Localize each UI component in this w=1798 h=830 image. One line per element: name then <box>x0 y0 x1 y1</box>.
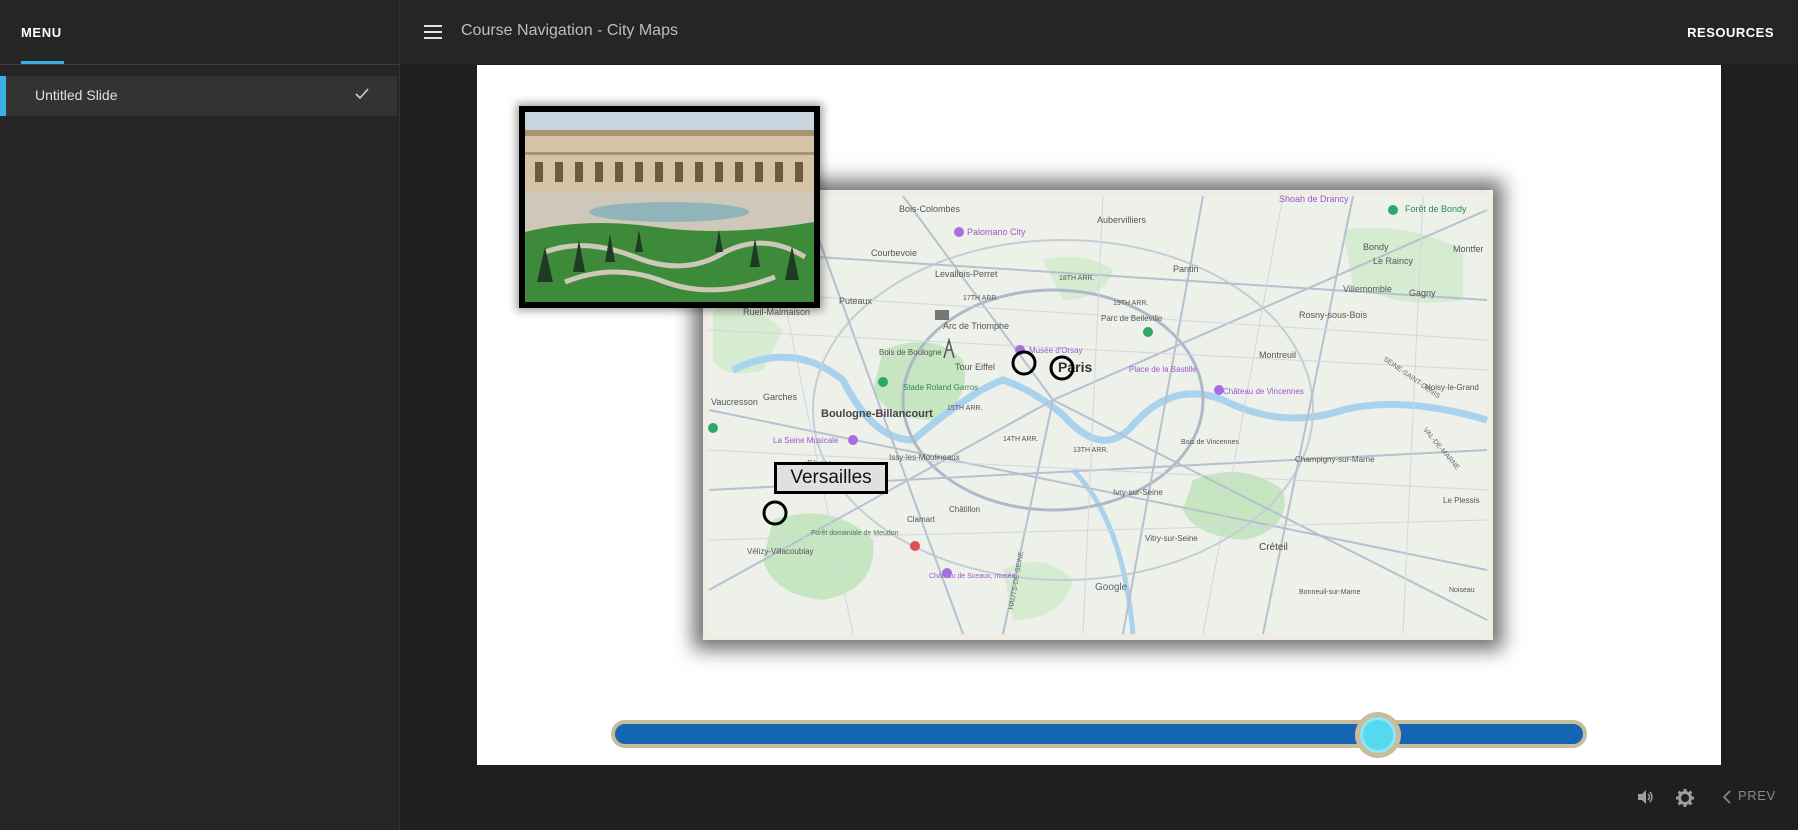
map-label: Aubervilliers <box>1097 215 1147 225</box>
chevron-left-icon[interactable] <box>1722 790 1732 804</box>
map-label: 15TH ARR. <box>947 405 982 412</box>
map-label: Google <box>1095 582 1128 593</box>
map-label: Vitry-sur-Seine <box>1145 534 1198 543</box>
map-label: Le Raincy <box>1373 256 1414 266</box>
map-label: Champigny-sur-Marne <box>1295 455 1375 464</box>
map-label: 17TH ARR. <box>963 295 998 302</box>
map-label: Bois de Vincennes <box>1181 439 1239 446</box>
map-label: Château de Vincennes <box>1223 387 1304 396</box>
map-label: Bois-Colombes <box>899 204 961 214</box>
map-label: Forêt de Bondy <box>1405 204 1467 214</box>
map-label: Courbevoie <box>871 248 917 258</box>
map-label: Forêt domaniale de Meudon <box>811 530 899 537</box>
map-label: 18TH ARR. <box>1059 275 1094 282</box>
versailles-label: Versailles <box>790 467 872 488</box>
map-label: Clamart <box>907 515 936 524</box>
palace-image <box>525 112 814 302</box>
map-label: Bondy <box>1363 242 1389 252</box>
map-label: Place de la Bastille <box>1129 365 1197 374</box>
map-label: Rosny-sous-Bois <box>1299 310 1368 320</box>
map-label: Bois de Boulogne <box>879 348 942 357</box>
map-label: Musée d'Orsay <box>1029 346 1083 355</box>
map-label: Vaucresson <box>711 397 758 407</box>
map-label: Pantin <box>1173 264 1199 274</box>
map-label: Rueil-Malmaison <box>743 307 810 317</box>
map-label: Créteil <box>1259 542 1288 553</box>
map-label: Levallois-Perret <box>935 269 998 279</box>
course-title: Course Navigation - City Maps <box>461 22 678 39</box>
map-label: Vélizy-Villacoublay <box>747 547 814 556</box>
map-label: Villemomble <box>1343 284 1392 294</box>
map-label: Tour Eiffel <box>955 362 995 372</box>
map-label: Gagny <box>1409 288 1436 298</box>
map-label: Montfer <box>1453 244 1484 254</box>
map-label: La Seine Musicale <box>773 436 839 445</box>
sidebar-item-label: Untitled Slide <box>35 87 118 103</box>
map-label: Boulogne-Billancourt <box>821 408 933 420</box>
settings-gear-icon[interactable] <box>1676 789 1694 807</box>
map-label: Château de Sceaux, musée <box>929 573 1015 580</box>
map-label: Le Plessis <box>1443 496 1479 505</box>
slider-handle[interactable] <box>1355 712 1401 758</box>
sidebar-divider <box>0 64 399 65</box>
map-label: Palomano City <box>967 227 1026 237</box>
versailles-photo <box>519 106 820 308</box>
top-bar: Course Navigation - City Maps RESOURCES <box>400 0 1798 64</box>
map-label: Issy-les-Moulineaux <box>889 453 960 462</box>
map-label: 14TH ARR. <box>1003 436 1038 443</box>
menu-tab[interactable]: MENU <box>21 25 62 40</box>
map-label: Garches <box>763 392 798 402</box>
checkmark-icon <box>355 88 369 100</box>
prev-button[interactable]: PREV <box>1738 788 1776 803</box>
map-label: Paris <box>1058 359 1092 375</box>
map-label: Bonneuil-sur-Marne <box>1299 589 1361 596</box>
map-label: Montreuil <box>1259 350 1296 360</box>
map-label: Châtillon <box>949 505 980 514</box>
sidebar: MENU Untitled Slide <box>0 0 400 830</box>
map-label: Puteaux <box>839 296 873 306</box>
active-indicator <box>0 76 6 116</box>
map-label: Noiseau <box>1449 587 1475 594</box>
map-label: Shoah de Drancy <box>1279 194 1349 204</box>
map-label: 13TH ARR. <box>1073 447 1108 454</box>
resources-button[interactable]: RESOURCES <box>1687 25 1774 40</box>
map-label: Ivry-sur-Seine <box>1113 488 1163 497</box>
volume-icon[interactable] <box>1636 789 1654 805</box>
sidebar-item-untitled-slide[interactable]: Untitled Slide <box>0 76 397 116</box>
map-label: Parc de Belleville <box>1101 314 1163 323</box>
city-map: Bois-Colombes Aubervilliers Shoah de Dra… <box>703 190 1493 640</box>
map-label: Stade Roland Garros <box>903 383 978 392</box>
map-label: Arc de Triomphe <box>943 321 1009 331</box>
versailles-callout: Versailles <box>774 462 888 494</box>
map-graphic: Bois-Colombes Aubervilliers Shoah de Dra… <box>708 194 1488 635</box>
slide-canvas: Bois-Colombes Aubervilliers Shoah de Dra… <box>477 65 1721 765</box>
map-label: 19TH ARR. <box>1113 300 1148 307</box>
hamburger-menu-icon[interactable] <box>424 25 442 39</box>
timeline-slider-track[interactable] <box>611 720 1587 748</box>
